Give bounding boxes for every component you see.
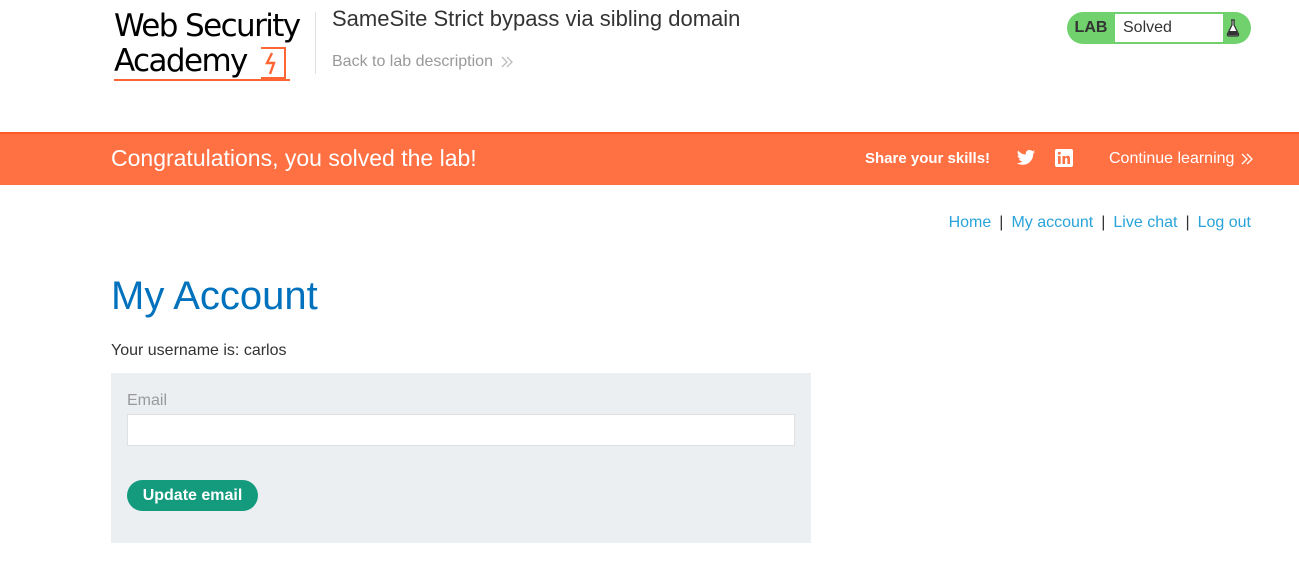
web-security-academy-logo[interactable]: Web Security Academy bbox=[112, 6, 312, 86]
lab-title: SameSite Strict bypass via sibling domai… bbox=[332, 6, 741, 31]
logo-underline bbox=[114, 79, 290, 81]
continue-learning-link[interactable]: Continue learning bbox=[1109, 150, 1253, 168]
double-chevron-right-icon bbox=[1241, 153, 1253, 165]
nav-separator: | bbox=[999, 214, 1004, 231]
logo-lightning-icon bbox=[261, 47, 286, 79]
change-email-form: Email Update email bbox=[111, 373, 811, 543]
share-skills-label: Share your skills! bbox=[865, 150, 991, 167]
nav-live-chat-link[interactable]: Live chat bbox=[1113, 214, 1177, 231]
logo-text-line1: Web Security bbox=[114, 8, 301, 44]
header-divider bbox=[315, 12, 316, 74]
logo-text-line2: Academy bbox=[114, 43, 248, 79]
email-label: Email bbox=[127, 392, 168, 409]
continue-learning-label: Continue learning bbox=[1109, 150, 1235, 167]
nav-separator: | bbox=[1101, 214, 1106, 231]
username-line: Your username is: carlos bbox=[111, 342, 287, 359]
back-link-label: Back to lab description bbox=[332, 53, 493, 70]
congratulations-message: Congratulations, you solved the lab! bbox=[111, 145, 477, 171]
linkedin-icon[interactable] bbox=[1055, 149, 1073, 167]
nav-my-account-link[interactable]: My account bbox=[1011, 214, 1093, 231]
update-email-button[interactable]: Update email bbox=[127, 480, 258, 511]
back-to-lab-description-link[interactable]: Back to lab description bbox=[332, 53, 514, 71]
nav-separator: | bbox=[1185, 214, 1190, 231]
double-chevron-right-icon bbox=[501, 56, 514, 68]
lab-status-widget: LAB Solved bbox=[1067, 12, 1251, 44]
page-title: My Account bbox=[111, 274, 318, 318]
nav-home-link[interactable]: Home bbox=[949, 214, 992, 231]
nav-log-out-link[interactable]: Log out bbox=[1198, 214, 1251, 231]
twitter-icon[interactable] bbox=[1016, 149, 1036, 167]
email-input[interactable] bbox=[127, 414, 795, 446]
flask-icon bbox=[1215, 12, 1251, 44]
solved-banner: Congratulations, you solved the lab! Sha… bbox=[0, 132, 1299, 185]
lab-header: Web Security Academy SameSite Strict byp… bbox=[0, 0, 1299, 132]
account-nav: Home | My account | Live chat | Log out bbox=[949, 214, 1251, 232]
lab-status-tag: LAB bbox=[1074, 19, 1108, 36]
lab-status-state: Solved bbox=[1115, 14, 1223, 42]
